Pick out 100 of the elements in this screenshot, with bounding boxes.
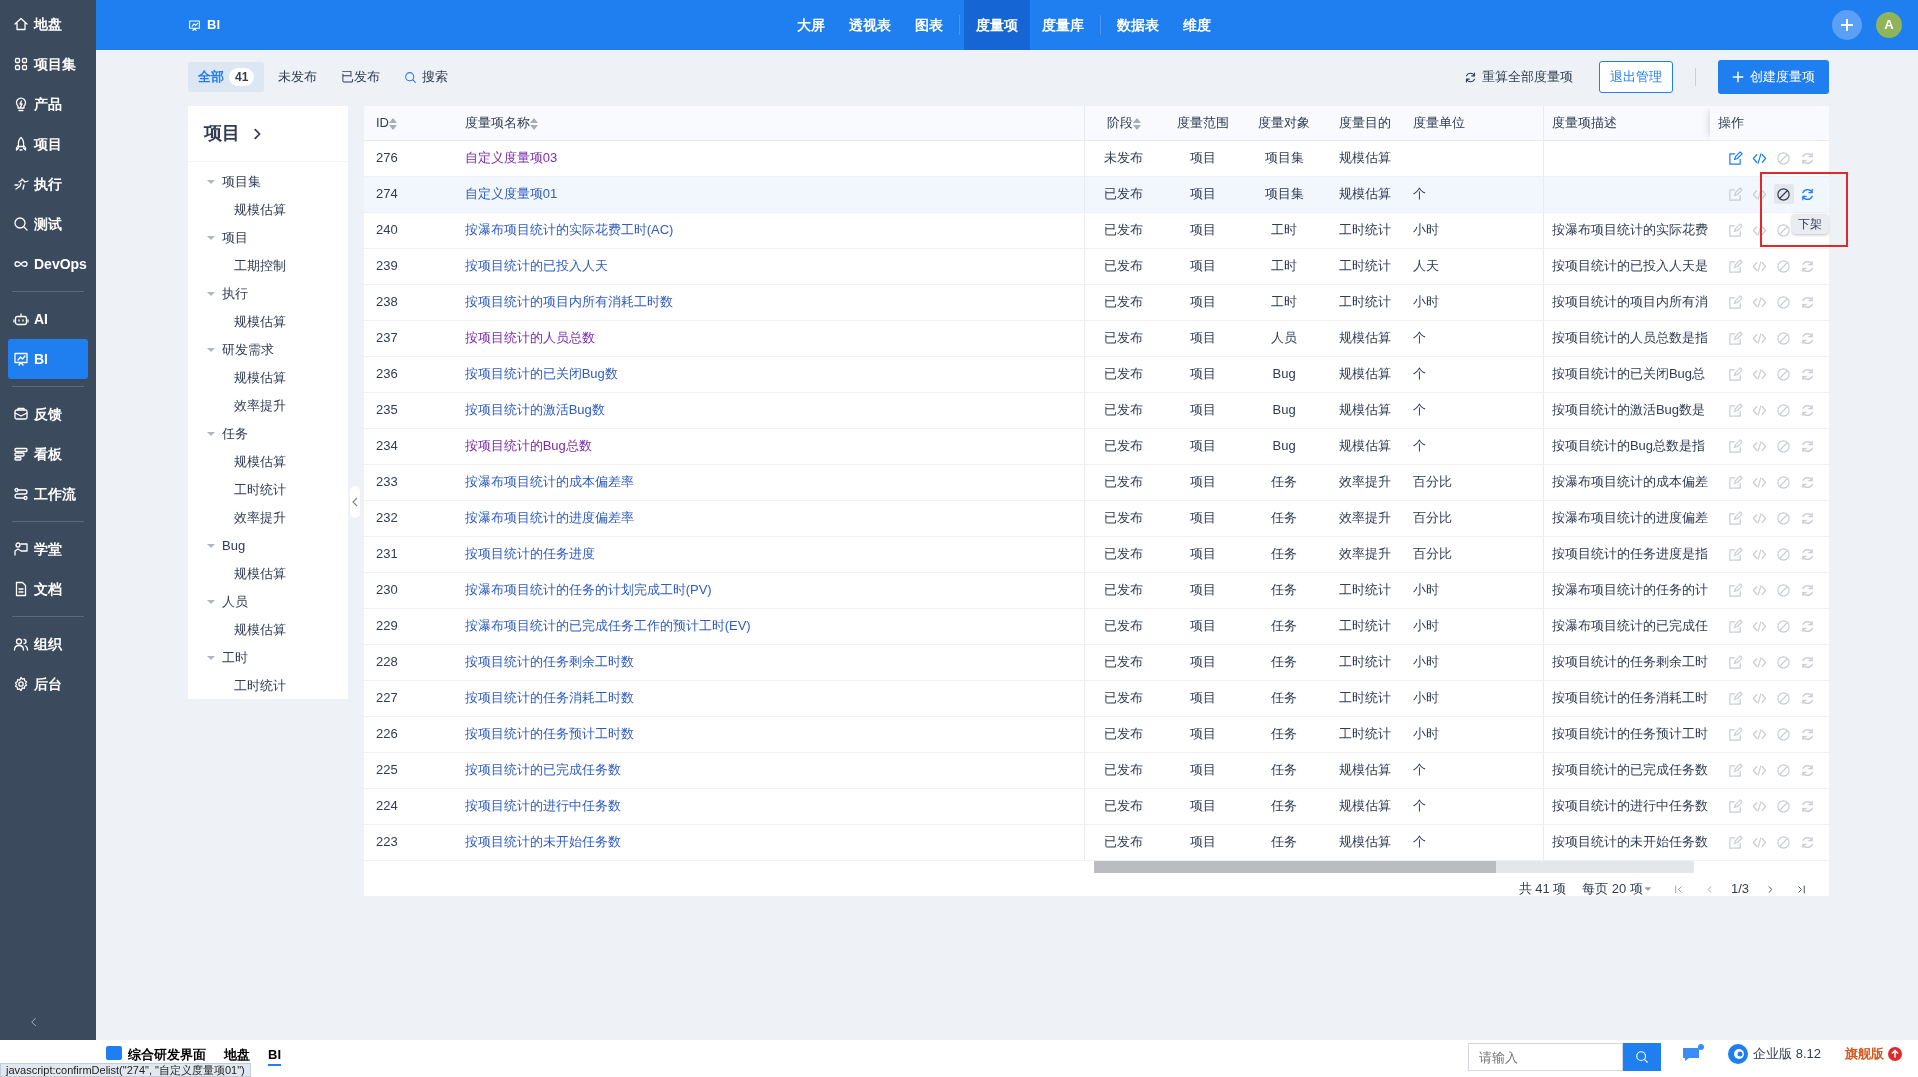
object-cell: 项目集 xyxy=(1264,186,1304,202)
tree-leaf[interactable]: 规模估算 xyxy=(188,308,348,336)
sidebar-item[interactable]: 学堂 xyxy=(8,529,88,569)
sidebar-item[interactable]: 工作流 xyxy=(8,474,88,514)
metric-name-link[interactable]: 按项目统计的未开始任务数 xyxy=(464,834,621,850)
object-cell: 工时 xyxy=(1271,294,1298,310)
nav-tab[interactable]: 度量项 xyxy=(964,0,1030,50)
sidebar-item[interactable]: 组织 xyxy=(8,624,88,664)
tree-node[interactable]: 执行 xyxy=(188,280,348,308)
nav-tab[interactable]: 透视表 xyxy=(837,0,903,50)
tree-node[interactable]: 研发需求 xyxy=(188,336,348,364)
unit-cell: 小时 xyxy=(1413,618,1440,634)
sidebar-item[interactable]: 执行 xyxy=(8,164,88,204)
sidebar-item[interactable]: 后台 xyxy=(8,664,88,704)
tree-node[interactable]: 工时 xyxy=(188,644,348,672)
description-cell: 按瀑布项目统计的成本偏差 xyxy=(1551,474,1708,490)
metric-name-link[interactable]: 按项目统计的任务进度 xyxy=(464,546,595,562)
metric-name-link[interactable]: 按项目统计的已完成任务数 xyxy=(464,762,621,778)
metric-name-link[interactable]: 按瀑布项目统计的进度偏差率 xyxy=(464,510,634,526)
purpose-cell: 工时统计 xyxy=(1338,726,1391,742)
description-cell: 按项目统计的已关闭Bug总 xyxy=(1551,366,1706,382)
exit-manage-button[interactable]: 退出管理 xyxy=(1599,61,1673,93)
metric-name-link[interactable]: 按瀑布项目统计的已完成任务工作的预计工时(EV) xyxy=(464,618,751,634)
metric-name-link[interactable]: 按项目统计的项目内所有消耗工时数 xyxy=(464,294,673,310)
nav-tab[interactable]: 大屏 xyxy=(785,0,837,50)
purpose-cell: 工时统计 xyxy=(1338,618,1391,634)
tree-leaf[interactable]: 工时统计 xyxy=(188,476,348,504)
metric-name-link[interactable]: 按项目统计的Bug总数 xyxy=(464,438,592,454)
metric-name-link[interactable]: 按项目统计的进行中任务数 xyxy=(464,798,621,814)
sidebar-item[interactable]: 测试 xyxy=(8,204,88,244)
metric-name-link[interactable]: 自定义度量项03 xyxy=(464,150,558,166)
purpose-cell: 工时统计 xyxy=(1338,258,1391,274)
nav-tab[interactable]: 图表 xyxy=(903,0,955,50)
tree-leaf[interactable]: 工时统计 xyxy=(188,672,348,700)
stage-cell: 已发布 xyxy=(1104,186,1144,202)
nav-tab[interactable]: 度量库 xyxy=(1030,0,1096,50)
tree-leaf[interactable]: 效率提升 xyxy=(188,392,348,420)
sidebar-item[interactable]: 地盘 xyxy=(8,4,88,44)
tree-node[interactable]: 任务 xyxy=(188,420,348,448)
tree-node[interactable]: 项目 xyxy=(188,224,348,252)
sidebar-item[interactable]: 看板 xyxy=(8,434,88,474)
metric-name-link[interactable]: 按项目统计的人员总数 xyxy=(464,330,595,346)
tooltip: 下架 xyxy=(1792,214,1828,234)
search-button[interactable]: 搜索 xyxy=(394,62,459,92)
tree-leaf[interactable]: 规模估算 xyxy=(188,364,348,392)
sidebar-item[interactable]: 项目集 xyxy=(8,44,88,84)
tree-node[interactable]: Bug xyxy=(188,532,348,560)
unit-cell: 个 xyxy=(1413,438,1427,454)
sidebar-item[interactable]: 项目 xyxy=(8,124,88,164)
create-metric-button[interactable]: 创建度量项 xyxy=(1718,60,1829,94)
description-cell: 按瀑布项目统计的任务的计 xyxy=(1551,582,1708,598)
sidebar-item[interactable]: DevOps xyxy=(8,244,88,284)
metric-name-link[interactable]: 自定义度量项01 xyxy=(464,186,558,202)
sidebar-item[interactable]: 产品 xyxy=(8,84,88,124)
column-header[interactable]: 度量项名称 xyxy=(444,106,1085,140)
metric-name-link[interactable]: 按项目统计的任务消耗工时数 xyxy=(464,690,634,706)
url-tooltip: javascript:confirmDelist("274", "自定义度量项01") xyxy=(0,1063,251,1077)
object-cell: Bug xyxy=(1272,438,1296,454)
taskbar-app[interactable]: BI xyxy=(268,1045,281,1066)
column-header[interactable]: ID xyxy=(364,106,445,140)
tree-leaf[interactable]: 效率提升 xyxy=(188,504,348,532)
nav-tab[interactable]: 维度 xyxy=(1171,0,1223,50)
tree-node[interactable]: 项目集 xyxy=(188,168,348,196)
sidebar-item[interactable]: 反馈 xyxy=(8,394,88,434)
page-size-dropdown[interactable]: 每页 20 项 xyxy=(1578,878,1657,898)
metric-name-link[interactable]: 按瀑布项目统计的成本偏差率 xyxy=(464,474,634,490)
search-field[interactable]: 请输入 xyxy=(1468,1043,1624,1071)
tree-leaf[interactable]: 规模估算 xyxy=(188,196,348,224)
taskbar-app[interactable]: 地盘 xyxy=(224,1045,250,1064)
tree-node[interactable]: 人员 xyxy=(188,588,348,616)
description-cell: 按项目统计的Bug总数是指 xyxy=(1551,438,1706,454)
metric-name-link[interactable]: 按瀑布项目统计的实际花费工时(AC) xyxy=(464,222,674,238)
object-cell: 工时 xyxy=(1271,258,1298,274)
taskbar-app[interactable]: 综合研发界面 xyxy=(106,1045,206,1064)
metric-name-link[interactable]: 按项目统计的已关闭Bug数 xyxy=(464,366,618,382)
tree-leaf[interactable]: 规模估算 xyxy=(188,448,348,476)
recalc-all-button[interactable]: 重算全部度量项 xyxy=(1454,62,1583,92)
sidebar-item[interactable]: BI xyxy=(8,339,88,379)
nav-tab[interactable]: 数据表 xyxy=(1105,0,1171,50)
id-cell: 227 xyxy=(376,690,398,706)
edition-link[interactable]: 旗舰版 xyxy=(1839,1043,1908,1065)
object-cell: 工时 xyxy=(1271,222,1298,238)
sidebar-item[interactable]: 文档 xyxy=(8,569,88,609)
metric-name-link[interactable]: 按项目统计的任务预计工时数 xyxy=(464,726,634,742)
filter-tab[interactable]: 已发布 xyxy=(331,62,391,92)
filter-tab[interactable]: 未发布 xyxy=(268,62,328,92)
filter-tab[interactable]: 全部 41 xyxy=(188,62,265,92)
tree-leaf[interactable]: 规模估算 xyxy=(188,560,348,588)
sidebar-item[interactable]: AI xyxy=(8,299,88,339)
unit-cell: 个 xyxy=(1413,402,1427,418)
purpose-cell: 效率提升 xyxy=(1338,474,1391,490)
metric-name-link[interactable]: 按项目统计的激活Bug数 xyxy=(464,402,605,418)
tree-leaf[interactable]: 规模估算 xyxy=(188,616,348,644)
description-cell: 按项目统计的任务消耗工时 xyxy=(1551,690,1708,706)
metric-name-link[interactable]: 按项目统计的任务剩余工时数 xyxy=(464,654,634,670)
column-header[interactable]: 阶段 xyxy=(1084,106,1164,140)
metric-name-link[interactable]: 按瀑布项目统计的任务的计划完成工时(PV) xyxy=(464,582,712,598)
tree-leaf[interactable]: 工期控制 xyxy=(188,252,348,280)
purpose-cell: 规模估算 xyxy=(1338,402,1391,418)
metric-name-link[interactable]: 按项目统计的已投入人天 xyxy=(464,258,608,274)
